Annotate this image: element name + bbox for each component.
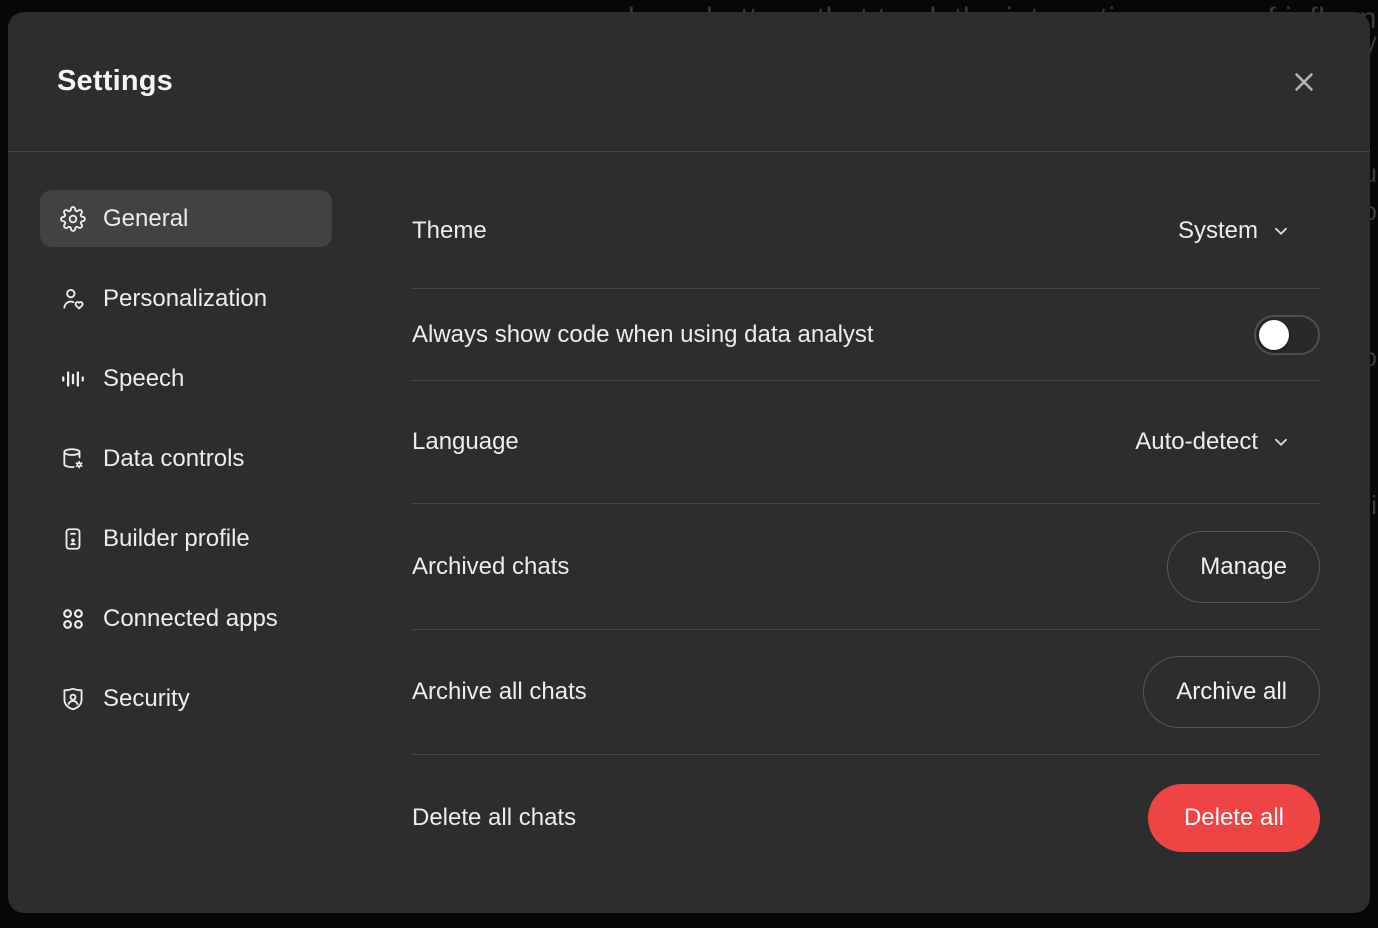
sidebar-item-personalization[interactable]: Personalization [40,270,332,327]
always-show-code-toggle[interactable] [1254,315,1320,355]
delete-all-row: Delete all chats Delete all [412,755,1320,881]
sidebar-item-builder-profile[interactable]: Builder profile [40,510,332,567]
language-dropdown-value: Auto-detect [1135,428,1258,456]
language-label: Language [412,428,519,456]
modal-title: Settings [57,65,173,98]
database-gear-icon [60,446,86,472]
settings-sidebar: General Personalization Speech Data cont… [40,152,332,913]
theme-dropdown[interactable]: System [1178,217,1292,245]
theme-label: Theme [412,217,487,245]
sidebar-item-label: Data controls [103,445,244,473]
language-dropdown[interactable]: Auto-detect [1135,428,1292,456]
sidebar-item-security[interactable]: Security [40,670,332,727]
manage-archived-button[interactable]: Manage [1167,531,1320,603]
sidebar-item-speech[interactable]: Speech [40,350,332,407]
delete-all-button[interactable]: Delete all [1148,784,1320,852]
sidebar-item-label: Connected apps [103,605,278,633]
waveform-icon [60,366,86,392]
theme-dropdown-value: System [1178,217,1258,245]
archived-chats-label: Archived chats [412,553,569,581]
archive-all-row: Archive all chats Archive all [412,630,1320,755]
gear-icon [60,206,86,232]
sidebar-item-label: Builder profile [103,525,250,553]
archive-all-button[interactable]: Archive all [1143,656,1320,728]
archived-chats-row: Archived chats Manage [412,504,1320,630]
sidebar-item-label: Speech [103,365,184,393]
id-card-icon [60,526,86,552]
language-row: Language Auto-detect [412,381,1320,504]
modal-header: Settings [8,12,1370,152]
show-code-label: Always show code when using data analyst [412,321,874,349]
toggle-knob [1259,320,1289,350]
chevron-down-icon [1270,431,1292,453]
theme-row: Theme System [412,174,1320,289]
sidebar-item-label: Security [103,685,190,713]
close-button[interactable] [1284,62,1324,102]
sidebar-item-data-controls[interactable]: Data controls [40,430,332,487]
archive-all-label: Archive all chats [412,678,587,706]
sidebar-item-general[interactable]: General [40,190,332,247]
close-icon [1289,67,1319,97]
settings-modal: Settings General Personalization [8,12,1370,913]
sidebar-item-label: Personalization [103,285,267,313]
sidebar-item-connected-apps[interactable]: Connected apps [40,590,332,647]
chevron-down-icon [1270,220,1292,242]
person-heart-icon [60,286,86,312]
delete-all-label: Delete all chats [412,804,576,832]
grid-circles-icon [60,606,86,632]
shield-person-icon [60,686,86,712]
sidebar-item-label: General [103,205,188,233]
settings-content: Theme System Always show code when using… [412,152,1320,913]
modal-body: General Personalization Speech Data cont… [8,152,1370,913]
show-code-row: Always show code when using data analyst [412,289,1320,381]
